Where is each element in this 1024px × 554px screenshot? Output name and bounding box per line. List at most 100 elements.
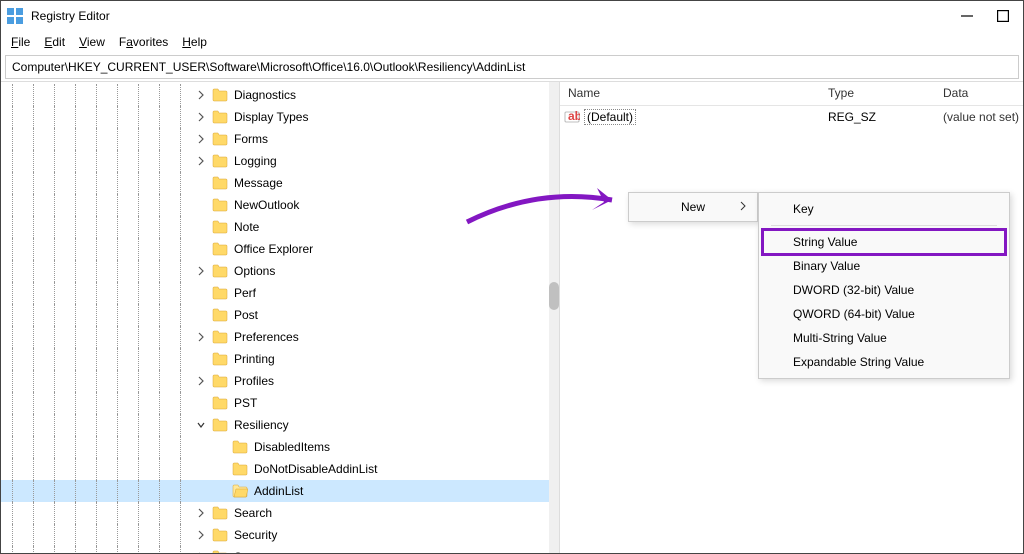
tree-item-message[interactable]: Message <box>1 172 559 194</box>
tree-item-printing[interactable]: Printing <box>1 348 559 370</box>
tree-item-security[interactable]: Security <box>1 524 559 546</box>
column-name[interactable]: Name <box>560 82 820 105</box>
tree-item-post[interactable]: Post <box>1 304 559 326</box>
tree-label: Options <box>232 264 277 278</box>
tree-item-logging[interactable]: Logging <box>1 150 559 172</box>
expander-none <box>194 198 208 212</box>
tree-item-donotdisableaddinlist[interactable]: DoNotDisableAddinList <box>1 458 559 480</box>
column-data[interactable]: Data <box>935 82 1023 105</box>
tree-item-addinlist[interactable]: AddinList <box>1 480 559 502</box>
tree-label: NewOutlook <box>232 198 301 212</box>
folder-icon <box>212 330 228 344</box>
folder-icon <box>212 396 228 410</box>
address-bar[interactable]: Computer\HKEY_CURRENT_USER\Software\Micr… <box>5 55 1019 79</box>
submenu-string-value[interactable]: String Value <box>763 230 1005 254</box>
submenu-multi-string-value[interactable]: Multi-String Value <box>763 326 1005 350</box>
chevron-right-icon[interactable] <box>194 154 208 168</box>
menubar: File Edit View Favorites Help <box>1 31 1023 53</box>
scroll-thumb[interactable] <box>549 282 559 310</box>
tree-label: Preferences <box>232 330 301 344</box>
app-icon <box>7 8 23 24</box>
tree-item-search[interactable]: Search <box>1 502 559 524</box>
minimize-button[interactable] <box>961 10 973 22</box>
maximize-button[interactable] <box>997 10 1009 22</box>
registry-value-row[interactable]: ab (Default) REG_SZ(value not set) <box>560 106 1023 128</box>
expander-none <box>194 352 208 366</box>
tree-label: DoNotDisableAddinList <box>252 462 379 476</box>
folder-icon <box>212 242 228 256</box>
folder-icon <box>212 374 228 388</box>
tree-item-pst[interactable]: PST <box>1 392 559 414</box>
value-data: (value not set) <box>935 110 1023 124</box>
submenu-key[interactable]: Key <box>763 197 1005 221</box>
folder-icon <box>212 110 228 124</box>
tree-label: DisabledItems <box>252 440 332 454</box>
tree-panel: Diagnostics Display Types Forms LoggingMess… <box>1 82 560 553</box>
tree-item-note[interactable]: Note <box>1 216 559 238</box>
tree-item-newoutlook[interactable]: NewOutlook <box>1 194 559 216</box>
tree-label: Forms <box>232 132 270 146</box>
menu-favorites[interactable]: Favorites <box>113 33 174 51</box>
expander-none <box>214 462 228 476</box>
column-type[interactable]: Type <box>820 82 935 105</box>
tree-item-disableditems[interactable]: DisabledItems <box>1 436 559 458</box>
chevron-right-icon[interactable] <box>194 374 208 388</box>
titlebar: Registry Editor <box>1 1 1023 31</box>
window-title: Registry Editor <box>31 9 961 23</box>
value-name: (Default) <box>584 109 636 125</box>
tree-label: Post <box>232 308 260 322</box>
folder-icon <box>212 264 228 278</box>
folder-icon <box>212 528 228 542</box>
tree-item-display-types[interactable]: Display Types <box>1 106 559 128</box>
value-type: REG_SZ <box>820 110 935 124</box>
string-value-icon: ab <box>564 110 580 124</box>
tree-item-setup[interactable]: Setup <box>1 546 559 553</box>
chevron-right-icon[interactable] <box>194 528 208 542</box>
submenu-binary-value[interactable]: Binary Value <box>763 254 1005 278</box>
chevron-right-icon[interactable] <box>194 506 208 520</box>
menu-file[interactable]: File <box>5 33 36 51</box>
tree-item-diagnostics[interactable]: Diagnostics <box>1 84 559 106</box>
chevron-right-icon[interactable] <box>194 88 208 102</box>
chevron-down-icon[interactable] <box>194 418 208 432</box>
submenu-qword-64-bit-value[interactable]: QWORD (64-bit) Value <box>763 302 1005 326</box>
tree-label: Note <box>232 220 261 234</box>
expander-none <box>194 286 208 300</box>
chevron-right-icon[interactable] <box>194 110 208 124</box>
menu-view[interactable]: View <box>73 33 111 51</box>
menu-help[interactable]: Help <box>176 33 213 51</box>
tree-item-perf[interactable]: Perf <box>1 282 559 304</box>
tree-item-options[interactable]: Options <box>1 260 559 282</box>
folder-icon <box>232 462 248 476</box>
tree-item-preferences[interactable]: Preferences <box>1 326 559 348</box>
tree-item-office-explorer[interactable]: Office Explorer <box>1 238 559 260</box>
menu-edit[interactable]: Edit <box>38 33 71 51</box>
folder-icon <box>232 440 248 454</box>
expander-none <box>194 176 208 190</box>
folder-icon <box>212 352 228 366</box>
context-menu-new: New <box>628 192 758 222</box>
tree-item-forms[interactable]: Forms <box>1 128 559 150</box>
chevron-right-icon[interactable] <box>194 550 208 553</box>
menu-separator <box>771 225 997 226</box>
tree-label: Display Types <box>232 110 310 124</box>
chevron-right-icon[interactable] <box>194 330 208 344</box>
tree-label: Setup <box>232 550 267 553</box>
chevron-right-icon <box>739 200 747 214</box>
submenu-dword-32-bit-value[interactable]: DWORD (32-bit) Value <box>763 278 1005 302</box>
tree-item-resiliency[interactable]: Resiliency <box>1 414 559 436</box>
chevron-right-icon[interactable] <box>194 132 208 146</box>
tree-scrollbar[interactable] <box>549 82 559 553</box>
context-new[interactable]: New <box>629 193 757 221</box>
folder-icon <box>232 484 248 498</box>
folder-icon <box>212 418 228 432</box>
tree-label: Security <box>232 528 279 542</box>
tree-item-profiles[interactable]: Profiles <box>1 370 559 392</box>
chevron-right-icon[interactable] <box>194 264 208 278</box>
folder-icon <box>212 220 228 234</box>
submenu-expandable-string-value[interactable]: Expandable String Value <box>763 350 1005 374</box>
folder-icon <box>212 506 228 520</box>
context-submenu: Key String ValueBinary ValueDWORD (32-bit… <box>758 192 1010 379</box>
tree-label: Profiles <box>232 374 276 388</box>
folder-icon <box>212 550 228 553</box>
